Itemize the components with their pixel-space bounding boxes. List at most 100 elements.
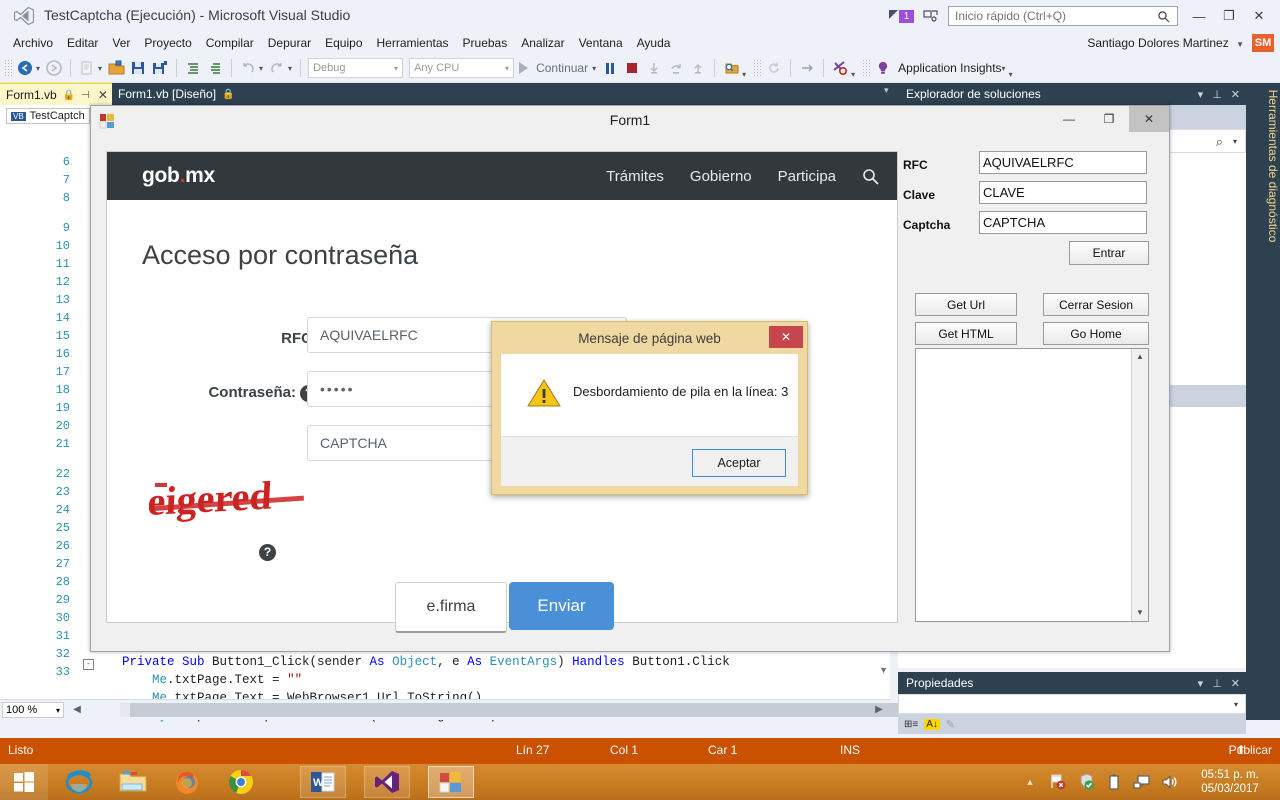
nav-link-tramites[interactable]: Trámites [606, 168, 664, 185]
menu-item-ventana[interactable]: Ventana [572, 32, 630, 54]
gob-logo[interactable]: gob.mx [142, 164, 215, 188]
start-icon[interactable] [0, 764, 48, 800]
menu-item-analizar[interactable]: Analizar [514, 32, 571, 54]
form1-minimize-button[interactable]: — [1049, 106, 1089, 132]
uncomment-lines-button[interactable] [204, 57, 226, 79]
captcha-field-input[interactable]: CAPTCHA [979, 211, 1147, 234]
navigate-backward-button[interactable] [14, 57, 36, 79]
pin-icon[interactable]: 🔒 [63, 90, 75, 101]
pin-icon[interactable]: ⊥ [1212, 677, 1222, 690]
tab-form1-vb-design[interactable]: Form1.vb [Diseño] 🔒 [112, 83, 241, 105]
pin-icon[interactable]: 🔒 [222, 89, 234, 100]
comment-lines-button[interactable] [182, 57, 204, 79]
clave-field-input[interactable]: CLAVE [979, 181, 1147, 204]
diagnostic-tools-rail[interactable]: Herramientas de diagnóstico [1246, 83, 1280, 720]
pause-button[interactable] [599, 57, 621, 79]
get-url-button[interactable]: Get Url [915, 293, 1017, 316]
menu-item-herramientas[interactable]: Herramientas [370, 32, 456, 54]
form1-titlebar[interactable]: Form1 — ❐ ✕ [91, 106, 1169, 136]
toolbar-overflow-icon[interactable]: ▾ [851, 70, 855, 79]
tab-overflow-icon[interactable]: ▾ [884, 85, 889, 96]
menu-item-ver[interactable]: Ver [105, 32, 137, 54]
quick-search-input[interactable] [953, 8, 1157, 24]
cerrar-sesion-button[interactable]: Cerrar Sesion [1043, 293, 1149, 316]
volume-icon[interactable] [1159, 771, 1181, 793]
toolbar-grip[interactable] [4, 59, 12, 77]
menu-item-proyecto[interactable]: Proyecto [137, 32, 198, 54]
save-button[interactable] [127, 57, 149, 79]
battery-icon[interactable] [1103, 771, 1125, 793]
menu-item-equipo[interactable]: Equipo [318, 32, 369, 54]
disable-breakpoints-button[interactable] [829, 57, 851, 79]
menu-item-archivo[interactable]: Archivo [6, 32, 60, 54]
dialog-accept-button[interactable]: Aceptar [692, 449, 786, 477]
help-icon[interactable]: ? [259, 544, 276, 561]
taskbar-clock[interactable]: 05:51 p. m. 05/03/2017 [1184, 768, 1276, 796]
toolbar-grip[interactable] [753, 59, 762, 77]
chevron-down-icon[interactable]: ▾ [1198, 677, 1204, 690]
enviar-button[interactable]: Enviar [509, 582, 614, 630]
nav-link-participa[interactable]: Participa [778, 168, 836, 185]
project-type-dropdown[interactable]: VB TestCaptch [6, 108, 90, 124]
chevron-down-icon[interactable]: ▾ [1002, 64, 1006, 73]
minimize-button[interactable]: — [1184, 4, 1214, 28]
scroll-down-arrow[interactable]: ▼ [1132, 605, 1148, 621]
network-flag-icon[interactable] [1047, 771, 1069, 793]
firefox-icon[interactable] [164, 766, 210, 798]
close-icon[interactable]: ✕ [98, 88, 108, 102]
close-icon[interactable]: ✕ [1231, 88, 1240, 101]
avatar[interactable]: SM [1252, 34, 1274, 52]
rfc-field-input[interactable]: AQUIVAELRFC [979, 151, 1147, 174]
solution-configuration-combo[interactable]: Debug ▾ [308, 58, 404, 78]
menu-item-editar[interactable]: Editar [60, 32, 105, 54]
chevron-down-icon[interactable]: ▾ [36, 64, 40, 73]
restore-button[interactable]: ❐ [1214, 4, 1244, 28]
menu-item-pruebas[interactable]: Pruebas [456, 32, 515, 54]
stop-debugging-button[interactable] [621, 57, 643, 79]
toolbar-overflow-icon[interactable]: ▾ [1009, 70, 1013, 79]
chrome-icon[interactable] [218, 766, 264, 798]
save-all-button[interactable] [149, 57, 171, 79]
pin-icon[interactable]: ⊥ [1212, 88, 1222, 101]
chevron-down-icon[interactable]: ▾ [592, 64, 596, 73]
alphabetical-view-icon[interactable]: A↓ [924, 718, 940, 730]
chevron-down-icon[interactable]: ▾ [1198, 88, 1204, 101]
internet-explorer-icon[interactable] [56, 766, 102, 798]
zoom-level-dropdown[interactable]: 100 % ▾ [2, 702, 64, 718]
publish-button[interactable]: Publicar [1215, 743, 1272, 757]
efirma-button[interactable]: e.firma [395, 582, 507, 633]
show-hidden-icons[interactable]: ▲ [1019, 771, 1041, 793]
menu-item-compilar[interactable]: Compilar [199, 32, 261, 54]
user-account-menu[interactable]: Santiago Dolores Martinez ▼ [1087, 32, 1244, 54]
close-button[interactable]: ✕ [1244, 4, 1274, 28]
testcaptcha-app-icon[interactable] [428, 766, 474, 798]
chevron-down-icon[interactable]: ▾ [1233, 137, 1237, 146]
toolbar-grip[interactable] [862, 59, 871, 77]
scroll-right-arrow[interactable]: ▶ [872, 703, 886, 717]
notifications-icon[interactable] [922, 8, 940, 24]
scroll-down-arrow[interactable]: ▼ [879, 665, 888, 675]
form1-close-button[interactable]: ✕ [1129, 106, 1169, 132]
entrar-button[interactable]: Entrar [1069, 241, 1149, 265]
security-shield-icon[interactable] [1075, 771, 1097, 793]
continue-play-icon[interactable] [514, 57, 532, 79]
horizontal-scrollbar[interactable] [120, 703, 975, 717]
word-icon[interactable]: W [300, 766, 346, 798]
scroll-up-arrow[interactable]: ▲ [1132, 349, 1148, 365]
menu-item-ayuda[interactable]: Ayuda [630, 32, 678, 54]
collapse-region-toggle[interactable]: - [83, 659, 94, 670]
visual-studio-icon[interactable] [364, 766, 410, 798]
page-textarea[interactable]: ▲ ▼ [915, 348, 1149, 622]
tab-form1-vb[interactable]: Form1.vb 🔒 ⊣ ✕ [0, 83, 114, 106]
quick-search-box[interactable] [948, 6, 1178, 26]
pin-tab-icon[interactable]: ⊣ [81, 90, 90, 101]
application-insights-button[interactable]: Application Insights [898, 61, 1001, 75]
feedback-icon[interactable]: 1 [889, 9, 914, 23]
form1-maximize-button[interactable]: ❐ [1089, 106, 1129, 132]
dialog-close-button[interactable]: ✕ [769, 326, 803, 348]
search-icon[interactable] [862, 168, 879, 185]
file-explorer-icon[interactable] [110, 766, 156, 798]
categorized-view-icon[interactable]: ⊞≡ [904, 719, 918, 730]
properties-object-combo[interactable]: ▾ [898, 694, 1246, 714]
solution-platform-combo[interactable]: Any CPU ▾ [409, 58, 515, 78]
